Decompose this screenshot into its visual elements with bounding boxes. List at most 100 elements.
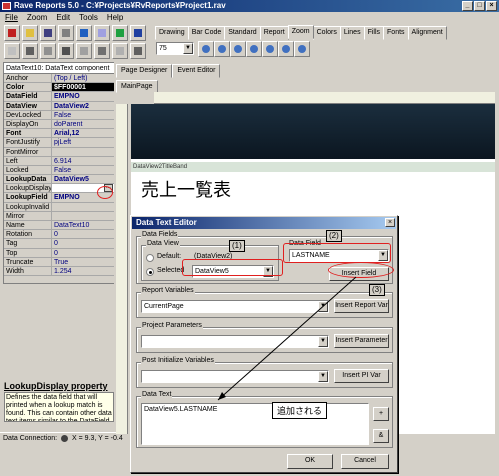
- preview-button[interactable]: [76, 25, 92, 41]
- menu-file[interactable]: File: [5, 12, 18, 24]
- property-inspector: DataText10: DataText component Anchor (To…: [3, 62, 115, 284]
- data-button[interactable]: [94, 25, 110, 41]
- prop-row[interactable]: LookupData DataView5: [4, 175, 114, 185]
- menu-zoom[interactable]: Zoom: [27, 12, 47, 24]
- tab-page-designer[interactable]: Page Designer: [116, 64, 173, 78]
- highlight-data-field: [283, 243, 391, 263]
- status-label: Data Connection:: [3, 435, 58, 442]
- prop-row[interactable]: Tag 0: [4, 239, 114, 249]
- help-title: LookupDisplay property: [4, 381, 108, 391]
- prop-row[interactable]: LookupInvalid: [4, 202, 114, 212]
- ruler-left: [116, 104, 128, 434]
- report-variables-select[interactable]: CurrentPage ▼: [141, 300, 329, 313]
- prop-row[interactable]: Width 1.254: [4, 266, 114, 277]
- tab-fonts[interactable]: Fonts: [383, 26, 409, 40]
- prop-row[interactable]: Mirror: [4, 211, 114, 221]
- highlight-insert-field: [328, 262, 394, 278]
- menu-tools[interactable]: Tools: [79, 12, 98, 24]
- annotation-2: (2): [326, 230, 342, 242]
- post-initialize-select[interactable]: ▼: [141, 370, 329, 383]
- zoom-in-button[interactable]: [198, 41, 214, 57]
- prop-row[interactable]: DataView DataView2: [4, 101, 114, 111]
- zoom-select[interactable]: 75 ▼: [156, 42, 194, 55]
- selected-radio[interactable]: [146, 268, 154, 276]
- prop-row[interactable]: Color $FF00001: [4, 83, 114, 93]
- chevron-down-icon: ▼: [318, 301, 328, 312]
- project-parameters-select[interactable]: ▼: [141, 335, 329, 348]
- prop-row[interactable]: Top 0: [4, 248, 114, 258]
- execute-button[interactable]: [112, 25, 128, 41]
- cancel-button[interactable]: Cancel: [341, 454, 389, 469]
- zoom-out-button[interactable]: [214, 41, 230, 57]
- prop-row[interactable]: Font Arial,12: [4, 129, 114, 139]
- ruler-top: [154, 92, 495, 104]
- zoom-100-button[interactable]: [294, 41, 310, 57]
- report-title[interactable]: 売上一覧表: [141, 176, 231, 202]
- default-radio[interactable]: [146, 254, 154, 262]
- help-text: Defines the data field that will printed…: [4, 392, 114, 422]
- prop-row[interactable]: Truncate True: [4, 257, 114, 267]
- print-button[interactable]: [58, 25, 74, 41]
- zoom-selection-button[interactable]: [278, 41, 294, 57]
- header-band[interactable]: [131, 104, 495, 159]
- properties-button[interactable]: [94, 43, 110, 59]
- zoom-fit-button[interactable]: [262, 41, 278, 57]
- data-text-input[interactable]: DataView5.LASTNAME: [141, 403, 369, 445]
- prop-row[interactable]: FontJustify pjLeft: [4, 138, 114, 148]
- help-button[interactable]: [130, 25, 146, 41]
- prop-row[interactable]: FontMirror: [4, 147, 114, 157]
- ok-button[interactable]: OK: [287, 454, 333, 469]
- ampersand-button[interactable]: &: [373, 429, 389, 443]
- new-data-object-button[interactable]: [76, 43, 92, 59]
- close-icon[interactable]: ×: [385, 218, 395, 227]
- tab-colors[interactable]: Colors: [312, 26, 341, 40]
- prop-row[interactable]: DevLocked False: [4, 110, 114, 120]
- tab-fills[interactable]: Fills: [363, 26, 385, 40]
- new-data-view-button[interactable]: [22, 43, 38, 59]
- prop-row[interactable]: Locked False: [4, 165, 114, 176]
- prop-row[interactable]: DataField EMPNO: [4, 92, 114, 102]
- prop-row[interactable]: Left 6.914: [4, 156, 114, 166]
- tab-main-page[interactable]: MainPage: [116, 80, 158, 93]
- open-button[interactable]: [22, 25, 38, 41]
- connection-icon: [61, 434, 69, 442]
- tab-alignment[interactable]: Alignment: [407, 26, 447, 40]
- insert-report-var-button[interactable]: Insert Report Var: [334, 299, 389, 313]
- inspector-header: DataText10: DataText component: [4, 63, 114, 74]
- prop-row[interactable]: Rotation 0: [4, 230, 114, 240]
- data-text-group: Data Text DataView5.LASTNAME + &: [136, 391, 393, 448]
- chevron-down-icon: ▼: [318, 336, 328, 347]
- new-page-button[interactable]: [4, 43, 20, 59]
- status-bar: Data Connection: X = 9.3, Y = -0.4: [0, 432, 125, 444]
- zoom-width-button[interactable]: [246, 41, 262, 57]
- plus-button[interactable]: +: [373, 407, 389, 421]
- new-global-page-button[interactable]: [40, 43, 56, 59]
- layout-button[interactable]: [130, 43, 146, 59]
- maximize-icon[interactable]: □: [474, 1, 485, 11]
- save-button[interactable]: [40, 25, 56, 41]
- minimize-icon[interactable]: _: [462, 1, 473, 11]
- new-report-layout-button[interactable]: [58, 43, 74, 59]
- tab-lines[interactable]: Lines: [339, 26, 365, 40]
- post-initialize-group: Post Initialize Variables ▼ Insert PI Va…: [136, 357, 393, 388]
- tab-event-editor[interactable]: Event Editor: [172, 64, 221, 78]
- prop-row[interactable]: DisplayOn doParent: [4, 119, 114, 130]
- app-icon: [2, 2, 11, 10]
- grid-button[interactable]: [112, 43, 128, 59]
- tab-standard[interactable]: Standard: [224, 26, 261, 40]
- prop-row[interactable]: Name DataText10: [4, 221, 114, 231]
- menu-help[interactable]: Help: [107, 12, 123, 24]
- new-report-button[interactable]: [4, 25, 20, 41]
- zoom-page-button[interactable]: [230, 41, 246, 57]
- insert-pi-var-button[interactable]: Insert PI Var: [334, 369, 389, 383]
- prop-row[interactable]: Anchor (Top / Left): [4, 74, 114, 84]
- tab-report[interactable]: Report: [259, 26, 289, 40]
- close-icon[interactable]: ×: [486, 1, 497, 11]
- tab-drawing[interactable]: Drawing: [155, 26, 189, 40]
- tab-zoom[interactable]: Zoom: [287, 25, 314, 39]
- zoom-value: 75: [159, 45, 167, 52]
- insert-parameter-button[interactable]: Insert Parameter: [334, 334, 389, 348]
- menu-bar: File Zoom Edit Tools Help: [0, 12, 499, 24]
- menu-edit[interactable]: Edit: [56, 12, 70, 24]
- tab-bar-code[interactable]: Bar Code: [187, 26, 226, 40]
